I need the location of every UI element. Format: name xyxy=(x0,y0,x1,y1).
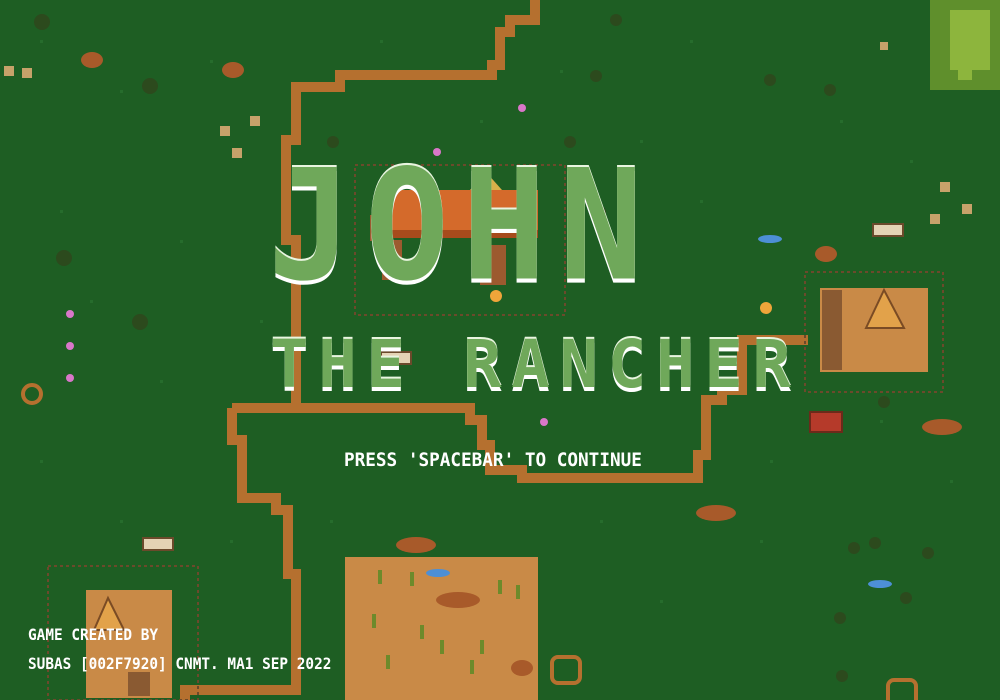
red-crate xyxy=(809,411,843,433)
continue-prompt: PRESS 'SPACEBAR' TO CONTINUE xyxy=(344,449,642,471)
game-title: JOHN xyxy=(268,137,657,316)
tent-enclosure-right xyxy=(804,271,944,393)
game-subtitle: THE RANCHER xyxy=(270,326,801,403)
title-screen[interactable]: JOHN THE RANCHER PRESS 'SPACEBAR' TO CON… xyxy=(0,0,1000,700)
forest-patch-top-right xyxy=(930,0,1000,90)
credit-line-1: GAME CREATED BY xyxy=(28,625,159,644)
credit-line-2: SUBAS [002F7920] CNMT. MA1 SEP 2022 xyxy=(28,654,332,673)
grass-texture xyxy=(40,40,953,603)
desert-field xyxy=(345,557,538,700)
